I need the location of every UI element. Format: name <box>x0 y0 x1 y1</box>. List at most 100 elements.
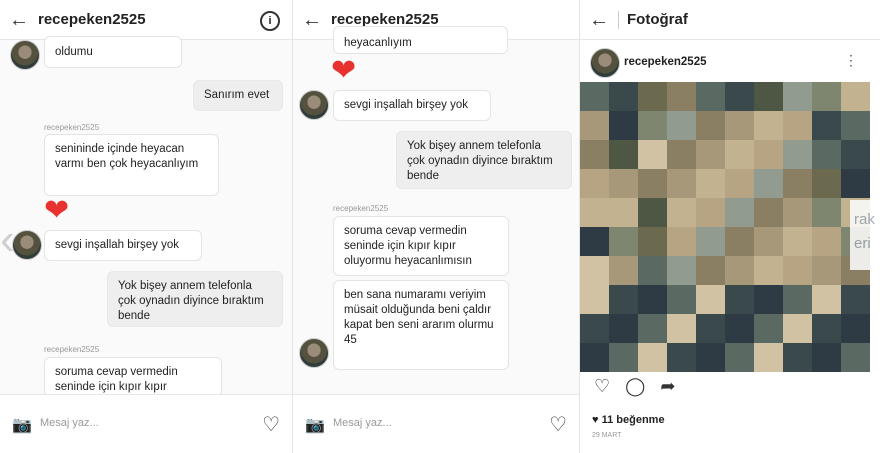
avatar[interactable] <box>299 90 329 120</box>
chat-title[interactable]: recepeken2525 <box>38 11 146 28</box>
photo-pixel-block <box>841 343 870 372</box>
photo-pixel-block <box>609 82 638 111</box>
photo-pixel-block <box>841 285 870 314</box>
photo-pixel-block <box>812 227 841 256</box>
photo-pixel-block <box>783 82 812 111</box>
photo-pixel-block <box>812 256 841 285</box>
heart-icon[interactable]: ♡ <box>262 412 280 437</box>
blurred-photo <box>580 82 870 372</box>
heart-icon[interactable]: ♡ <box>594 376 610 396</box>
photo-pixel-block <box>725 256 754 285</box>
photo-pixel-block <box>812 198 841 227</box>
photo-pixel-block <box>754 285 783 314</box>
photo-pixel-block <box>812 285 841 314</box>
photo-pixel-block <box>841 169 870 198</box>
photo-pixel-block <box>638 140 667 169</box>
avatar[interactable] <box>12 230 42 260</box>
photo-pixel-block <box>667 256 696 285</box>
header-divider <box>618 10 619 29</box>
photo-pixel-block <box>754 343 783 372</box>
photo-pixel-block <box>696 343 725 372</box>
photo-pixel-block <box>609 169 638 198</box>
photo-pixel-block <box>580 111 609 140</box>
share-icon[interactable]: ➦ <box>660 376 675 396</box>
photo-pixel-block <box>725 343 754 372</box>
message-input[interactable]: Mesaj yaz... <box>333 417 392 429</box>
avatar[interactable] <box>299 338 329 368</box>
message-bubble-outgoing: Sanırım evet <box>193 80 283 111</box>
photo-pixel-block <box>696 314 725 343</box>
camera-icon[interactable]: 📷 <box>305 415 325 435</box>
photo-pixel-block <box>725 198 754 227</box>
photo-pixel-block <box>667 111 696 140</box>
message-composer: 📷 Mesaj yaz... ♡ <box>293 394 579 453</box>
photo-pixel-block <box>609 227 638 256</box>
photo-pixel-block <box>580 198 609 227</box>
photo-pixel-block <box>696 227 725 256</box>
photo-pixel-block <box>725 140 754 169</box>
more-icon[interactable]: ⋮ <box>844 52 858 69</box>
photo-pixel-block <box>638 169 667 198</box>
photo-panel: ← Fotoğraf recepeken2525 ⋮ rak eri ♡ ◯ ➦… <box>580 0 880 453</box>
photo-pixel-block <box>580 82 609 111</box>
avatar[interactable] <box>590 48 620 78</box>
photo-pixel-block <box>638 343 667 372</box>
photo-pixel-block <box>638 198 667 227</box>
photo-pixel-block <box>667 82 696 111</box>
photo-pixel-block <box>841 140 870 169</box>
photo-pixel-block <box>725 227 754 256</box>
message-bubble-incoming: soruma cevap vermedin seninde için kıpır… <box>44 357 222 397</box>
avatar[interactable] <box>10 40 40 70</box>
back-arrow-icon[interactable]: ← <box>580 0 618 40</box>
photo-pixel-block <box>696 169 725 198</box>
edge-text-line: eri <box>854 235 871 252</box>
back-arrow-icon[interactable]: ← <box>293 0 331 40</box>
photo-pixel-block <box>609 314 638 343</box>
message-bubble-incoming: soruma cevap vermedin seninde için kıpır… <box>333 216 509 276</box>
post-actions: ♡ ◯ ➦ <box>594 376 675 397</box>
likes-count[interactable]: ♥ 11 beğenme <box>592 414 665 426</box>
photo-pixel-block <box>638 82 667 111</box>
photo-pixel-block <box>783 169 812 198</box>
camera-icon[interactable]: 📷 <box>12 415 32 435</box>
photo-pixel-block <box>783 256 812 285</box>
back-arrow-icon[interactable]: ← <box>0 0 38 40</box>
photo-pixel-block <box>638 227 667 256</box>
photo-pixel-block <box>754 256 783 285</box>
message-bubble-outgoing: Yok bişey annem telefonla çok oynadın di… <box>396 131 572 189</box>
heart-icon[interactable]: ♡ <box>549 412 567 437</box>
photo-pixel-block <box>783 314 812 343</box>
photo-pixel-block <box>667 314 696 343</box>
edge-text-line: rak <box>854 211 875 228</box>
likes-label: 11 beğenme <box>601 414 665 426</box>
photo-pixel-block <box>725 169 754 198</box>
photo-pixel-block <box>841 314 870 343</box>
photo-pixel-block <box>754 227 783 256</box>
photo-pixel-block <box>696 111 725 140</box>
photo-pixel-block <box>754 169 783 198</box>
photo-pixel-block <box>609 140 638 169</box>
chat-panel-1: ← recepeken2525 i oldumu Sanırım evet re… <box>0 0 293 453</box>
photo-pixel-block <box>696 198 725 227</box>
photo-pixel-block <box>667 198 696 227</box>
photo-pixel-block <box>696 285 725 314</box>
photo-pixel-block <box>609 285 638 314</box>
photo-pixel-block <box>783 285 812 314</box>
photo-pixel-block <box>609 111 638 140</box>
photo-pixel-block <box>783 198 812 227</box>
post-username[interactable]: recepeken2525 <box>624 56 706 68</box>
photo-pixel-block <box>841 111 870 140</box>
info-icon[interactable]: i <box>260 11 280 31</box>
comment-icon[interactable]: ◯ <box>625 376 645 396</box>
photo-pixel-block <box>638 256 667 285</box>
photo-pixel-block <box>667 285 696 314</box>
message-bubble-incoming: heyacanlıyım <box>333 26 508 54</box>
photo-pixel-block <box>609 198 638 227</box>
photo-pixel-block <box>696 82 725 111</box>
photo-pixel-block <box>580 227 609 256</box>
message-input[interactable]: Mesaj yaz... <box>40 417 99 429</box>
post-date: 29 MART <box>592 432 622 439</box>
heart-reaction-icon: ❤ <box>331 54 357 87</box>
photo-pixel-block <box>725 314 754 343</box>
chat-panel-2: ← recepeken2525 heyacanlıyım ❤ sevgi inş… <box>293 0 580 453</box>
